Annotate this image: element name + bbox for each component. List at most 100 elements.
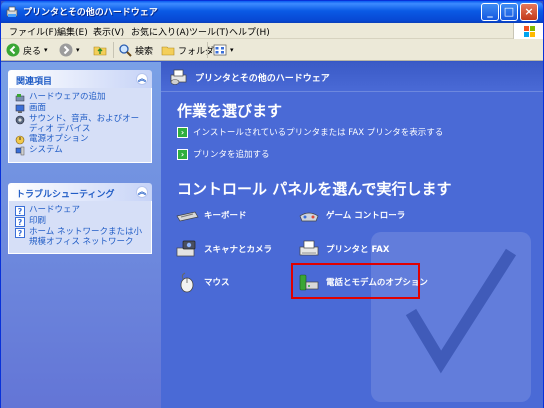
help-icon: ? [15,206,25,216]
forward-button[interactable]: ▾ [59,42,80,58]
task-pane: 関連項目 ︽ ハードウェアの追加 画面 サウンド、音声、およびオーディオ デバイ… [1,62,161,408]
link-system[interactable]: システム [15,145,145,156]
views-button[interactable]: ▾ [213,42,234,58]
power-icon [15,135,25,145]
printer-icon [299,240,319,256]
windows-logo-icon [513,23,543,39]
main-content: プリンタとその他のハードウェア 作業を選びます › インストールされているプリン… [161,62,543,408]
system-icon [15,146,25,156]
back-label: 戻る [23,46,42,57]
link-power-options-label: 電源オプション [29,134,89,144]
link-sound[interactable]: サウンド、音声、およびオーディオ デバイス [15,114,145,134]
related-panel: 関連項目 ︽ ハードウェアの追加 画面 サウンド、音声、およびオーディオ デバイ… [8,70,152,163]
mouse-icon [180,272,194,293]
troubleshoot-panel-header[interactable]: トラブルシューティング ︽ [8,183,152,201]
cp-scanners-cameras-label: スキャナとカメラ [204,245,273,255]
menu-help[interactable]: ヘルプ(H) [229,25,270,38]
menu-tools[interactable]: ツール(T) [189,25,229,38]
cp-mouse-label: マウス [204,278,230,288]
close-button[interactable]: × [520,3,538,21]
back-arrow-icon [6,43,20,57]
link-troubleshoot-printing[interactable]: ? 印刷 [15,216,145,227]
link-sound-label: サウンド、音声、およびオーディオ デバイス [29,114,140,134]
link-add-hardware[interactable]: ハードウェアの追加 [15,92,145,103]
window-title: プリンタとその他のハードウェア [23,8,158,18]
cp-keyboard-label: キーボード [204,211,247,221]
add-hardware-icon [15,94,25,102]
content-header-title: プリンタとその他のハードウェア [195,74,330,84]
link-troubleshoot-hardware-label: ハードウェア [29,205,81,215]
cp-scanners-cameras[interactable]: スキャナとカメラ [175,238,272,260]
task-view-printers[interactable]: › インストールされているプリンタまたは FAX プリンタを表示する [177,126,443,138]
menu-bar: ファイル(F) 編集(E) 表示(V) お気に入り(A) ツール(T) ヘルプ(… [1,23,543,39]
toolbar-separator [113,42,114,58]
related-panel-title: 関連項目 [16,77,53,87]
views-icon [213,44,227,56]
svg-text:?: ? [18,218,23,227]
troubleshoot-panel-body: ? ハードウェア ? 印刷 ? ホーム ネットワークまたは小規模オフィス ネット… [8,201,152,254]
cp-mouse[interactable]: マウス [175,271,230,293]
troubleshoot-panel-title: トラブルシューティング [16,190,115,200]
up-folder-button[interactable] [93,42,110,58]
task-add-printer[interactable]: › プリンタを追加する [177,148,270,160]
highlight-box [291,263,420,299]
cp-game-controllers-label: ゲーム コントローラ [326,211,406,221]
menu-edit[interactable]: 編集(E) [57,25,88,38]
link-troubleshoot-printing-label: 印刷 [29,216,47,226]
printer-folder-icon [6,6,18,17]
back-button[interactable]: 戻る ▾ [6,42,48,58]
pick-control-panel-title: コントロール パネルを選んで実行します [177,180,452,198]
help-icon: ? [15,228,25,238]
content-header: プリンタとその他のハードウェア [161,62,543,92]
display-icon [15,104,25,113]
explorer-window: プリンタとその他のハードウェア _ □ × ファイル(F) 編集(E) 表示(V… [0,0,544,408]
link-troubleshoot-hardware[interactable]: ? ハードウェア [15,205,145,216]
cp-printers-faxes-label: プリンタと FAX [326,245,390,255]
minimize-button[interactable]: _ [481,3,499,21]
toolbar: 戻る ▾ ▾ 検索 フォルダ ▾ [1,39,543,61]
svg-text:?: ? [18,229,23,238]
link-power-options[interactable]: 電源オプション [15,134,145,145]
folders-label: フォルダ [178,46,215,57]
svg-text:?: ? [18,207,23,216]
folder-up-icon [93,46,107,56]
game-controller-icon [299,212,319,222]
link-troubleshoot-network-label: ホーム ネットワークまたは小規模オフィス ネットワーク [29,227,142,247]
task-view-printers-label: インストールされているプリンタまたは FAX プリンタを表示する [193,128,444,138]
task-arrow-icon: › [177,126,188,138]
title-bar[interactable]: プリンタとその他のハードウェア _ □ × [1,1,543,23]
pick-task-title: 作業を選びます [177,102,283,120]
collapse-chevron-icon[interactable]: ︽ [136,186,148,198]
views-dropdown-icon[interactable]: ▾ [230,46,234,54]
link-display[interactable]: 画面 [15,103,145,114]
search-icon [119,44,132,57]
keyboard-icon [176,211,199,222]
task-arrow-icon: › [177,148,188,160]
troubleshoot-panel: トラブルシューティング ︽ ? ハードウェア ? 印刷 ? ホーム ネットワーク… [8,183,152,254]
folders-icon [161,46,175,56]
menu-file[interactable]: ファイル(F) [9,25,57,38]
help-icon: ? [15,217,25,227]
link-add-hardware-label: ハードウェアの追加 [29,92,106,102]
forward-arrow-icon [59,43,73,57]
link-troubleshoot-network[interactable]: ? ホーム ネットワークまたは小規模オフィス ネットワーク [15,227,145,247]
printer-hardware-icon [170,69,187,85]
collapse-chevron-icon[interactable]: ︽ [136,73,148,85]
forward-dropdown-icon[interactable]: ▾ [76,46,80,54]
cp-game-controllers[interactable]: ゲーム コントローラ [297,204,405,226]
task-add-printer-label: プリンタを追加する [193,150,270,160]
back-dropdown-icon[interactable]: ▾ [44,46,48,54]
link-system-label: システム [29,145,63,155]
maximize-button[interactable]: □ [500,3,518,21]
cp-printers-faxes[interactable]: プリンタと FAX [297,238,389,260]
cp-keyboard[interactable]: キーボード [175,204,247,226]
link-display-label: 画面 [29,103,47,113]
related-panel-header[interactable]: 関連項目 ︽ [8,70,152,88]
menu-view[interactable]: 表示(V) [93,25,124,38]
toolbar-separator [207,42,208,58]
sound-icon [15,115,25,125]
search-button[interactable]: 検索 [118,42,153,58]
related-panel-body: ハードウェアの追加 画面 サウンド、音声、およびオーディオ デバイス 電源オプシ… [8,88,152,163]
scanner-camera-icon [176,240,196,257]
menu-favorites[interactable]: お気に入り(A) [131,25,189,38]
